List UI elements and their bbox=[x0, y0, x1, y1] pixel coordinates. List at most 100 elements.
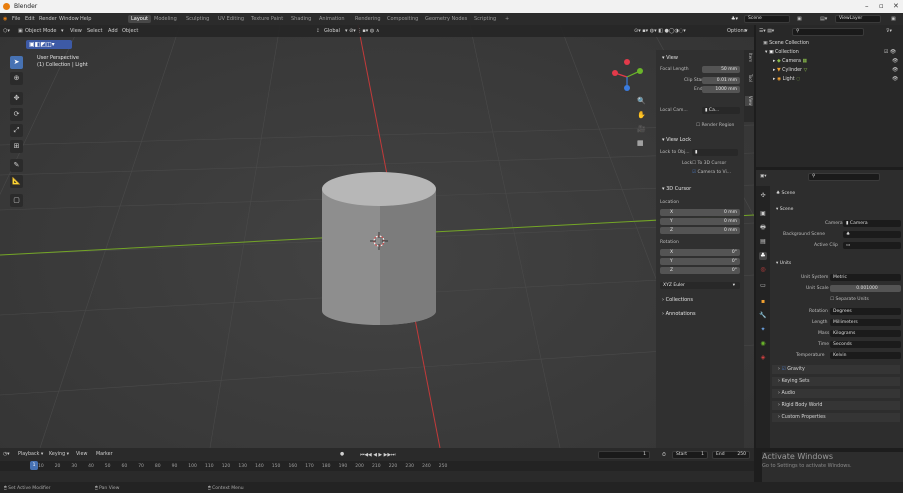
cursor-location-x-field[interactable]: X 0 mm bbox=[660, 209, 740, 216]
gravity-section-header[interactable]: › ☑ Gravity bbox=[772, 365, 900, 374]
outliner-item-camera[interactable]: ▸ ◆ Camera ▦ bbox=[773, 59, 807, 64]
physics-tab-icon[interactable]: ◉ bbox=[759, 340, 767, 348]
material-tab-icon[interactable]: ◈ bbox=[759, 354, 767, 362]
scene-section-header[interactable]: ▾ Scene bbox=[776, 207, 793, 212]
eye-icon[interactable]: 👁 bbox=[892, 59, 898, 64]
audio-section-header[interactable]: › Audio bbox=[772, 389, 900, 398]
scene-camera-field[interactable]: ▮ Camera bbox=[843, 220, 901, 227]
editor-type-icon[interactable]: ⬡▾ bbox=[3, 28, 10, 34]
menu-playback[interactable]: Playback ▾ bbox=[18, 452, 43, 457]
rotation-mode-select[interactable]: XYZ Euler ▾ bbox=[660, 282, 740, 289]
annotate-tool-icon[interactable]: ✎ bbox=[10, 159, 23, 172]
transform-tool-icon[interactable]: ⊞ bbox=[10, 140, 23, 153]
menu-marker[interactable]: Marker bbox=[96, 452, 113, 457]
blender-menu-icon[interactable]: ◉ bbox=[3, 16, 7, 22]
select-tool-icon[interactable]: ➤ bbox=[10, 56, 23, 69]
tab-texture-paint[interactable]: Texture Paint bbox=[248, 15, 286, 23]
length-units-select[interactable]: Millimeters bbox=[830, 319, 901, 326]
menu-keying[interactable]: Keying ▾ bbox=[49, 452, 69, 457]
view-lock-section-header[interactable]: ▾ View Lock bbox=[662, 137, 691, 143]
world-tab-icon[interactable]: ◎ bbox=[759, 266, 767, 274]
add-workspace-button[interactable]: + bbox=[502, 15, 512, 23]
keying-sets-section-header[interactable]: › Keying Sets bbox=[772, 377, 900, 386]
eye-icon[interactable]: 👁 bbox=[892, 68, 898, 73]
navigation-gizmo[interactable] bbox=[612, 59, 643, 91]
tab-sculpting[interactable]: Sculpting bbox=[183, 15, 212, 23]
measure-tool-icon[interactable]: 📐 bbox=[10, 175, 23, 188]
tab-rendering[interactable]: Rendering bbox=[352, 15, 384, 23]
menu-help[interactable]: Help bbox=[80, 16, 91, 22]
filter-icon[interactable]: ⊽▾ bbox=[886, 29, 892, 34]
menu-render[interactable]: Render bbox=[39, 16, 57, 22]
pan-hand-icon[interactable]: ✋ bbox=[637, 111, 646, 119]
cursor-location-y-field[interactable]: Y 0 mm bbox=[660, 218, 740, 225]
record-button-icon[interactable]: ● bbox=[340, 452, 344, 457]
units-section-header[interactable]: ▾ Units bbox=[776, 261, 791, 266]
scene-tab-icon[interactable]: ♣ bbox=[759, 252, 767, 260]
rigid-body-world-section-header[interactable]: › Rigid Body World bbox=[772, 401, 900, 410]
temperature-units-select[interactable]: Kelvin bbox=[830, 352, 901, 359]
render-region-checkbox[interactable]: ☐ Render Region bbox=[696, 123, 734, 128]
3d-viewport[interactable] bbox=[0, 25, 754, 448]
menu-window[interactable]: Window bbox=[59, 16, 79, 22]
minimize-icon[interactable]: – bbox=[865, 2, 869, 10]
timeline-editor-icon[interactable]: ◷▾ bbox=[3, 452, 10, 457]
to-3d-cursor-checkbox[interactable]: ☐ To 3D Cursor bbox=[692, 161, 726, 166]
output-tab-icon[interactable]: 🖶 bbox=[759, 224, 767, 232]
menu-edit[interactable]: Edit bbox=[25, 16, 35, 22]
rotation-units-select[interactable]: Degrees bbox=[830, 308, 901, 315]
eye-icon[interactable]: 👁 bbox=[892, 77, 898, 82]
orientation-selector[interactable]: Global bbox=[324, 28, 340, 34]
modifier-tab-icon[interactable]: 🔧 bbox=[759, 312, 767, 320]
menu-view[interactable]: View bbox=[76, 452, 87, 457]
collection-item[interactable]: ▾ ▣ Collection bbox=[765, 50, 799, 55]
separate-units-checkbox[interactable]: ☐ Separate Units bbox=[830, 297, 869, 302]
local-camera-field[interactable]: ▮ Ca... bbox=[702, 107, 740, 114]
annotations-section-header[interactable]: › Annotations bbox=[662, 311, 696, 317]
clip-end-field[interactable]: 1000 mm bbox=[702, 86, 740, 93]
background-scene-field[interactable]: ♣ bbox=[843, 231, 901, 238]
focal-length-field[interactable]: 50 mm bbox=[702, 66, 740, 73]
new-view-layer-icon[interactable]: ▣ bbox=[891, 16, 896, 22]
options-menu[interactable]: Options bbox=[727, 28, 746, 34]
object-tab-icon[interactable]: ▪ bbox=[759, 298, 767, 306]
tab-item[interactable]: Item bbox=[745, 53, 753, 62]
custom-properties-section-header[interactable]: › Custom Properties bbox=[772, 413, 900, 422]
selection-mode-icons[interactable]: ▣◧◩◫▾ bbox=[29, 41, 55, 48]
tab-shading[interactable]: Shading bbox=[288, 15, 314, 23]
properties-search-field[interactable]: ⚲ bbox=[808, 173, 880, 181]
tab-animation[interactable]: Animation bbox=[316, 15, 348, 23]
tab-layout[interactable]: Layout bbox=[128, 15, 151, 23]
cursor-location-z-field[interactable]: Z 0 mm bbox=[660, 227, 740, 234]
tab-compositing[interactable]: Compositing bbox=[384, 15, 421, 23]
scene-collection-item[interactable]: ▣ Scene Collection bbox=[763, 41, 809, 46]
playback-controls[interactable]: ⏮◀◀ ◀ ▶ ▶▶⏭ bbox=[360, 452, 395, 458]
current-frame-field[interactable]: 1 bbox=[598, 451, 650, 459]
maximize-icon[interactable]: ▫ bbox=[879, 2, 884, 10]
clip-start-field[interactable]: 0.01 mm bbox=[702, 77, 740, 84]
scene-selector[interactable]: Scene bbox=[744, 15, 790, 23]
tab-scripting[interactable]: Scripting bbox=[471, 15, 499, 23]
outliner-editor-icon[interactable]: ☰▾ ▤▾ bbox=[759, 29, 774, 34]
tab-uv-editing[interactable]: UV Editing bbox=[215, 15, 247, 23]
camera-to-view-checkbox[interactable]: ☑ Camera to Vi... bbox=[692, 170, 731, 175]
tool-tab-icon[interactable]: ✣ bbox=[759, 192, 767, 200]
playhead[interactable]: 1 bbox=[30, 461, 38, 470]
end-frame-field[interactable]: End 250 bbox=[712, 451, 750, 459]
scale-tool-icon[interactable]: ⤢ bbox=[10, 124, 23, 137]
active-clip-field[interactable]: ▭ bbox=[843, 242, 901, 249]
pivot-snap-icons[interactable]: ▾ ⊘▾ ⋮▪▾ ◍ ∧ bbox=[345, 28, 380, 34]
mode-selector[interactable]: Object Mode bbox=[25, 28, 57, 34]
start-frame-field[interactable]: Start 1 bbox=[672, 451, 708, 459]
render-tab-icon[interactable]: ▣ bbox=[759, 210, 767, 218]
move-tool-icon[interactable]: ✥ bbox=[10, 92, 23, 105]
lock-object-field[interactable]: ▮ bbox=[692, 149, 738, 156]
tab-modeling[interactable]: Modeling bbox=[151, 15, 180, 23]
collection-tab-icon[interactable]: ▭ bbox=[759, 282, 767, 290]
view-layer-selector[interactable]: ViewLayer bbox=[835, 15, 881, 23]
particles-tab-icon[interactable]: ✦ bbox=[759, 326, 767, 334]
menu-add[interactable]: Add bbox=[108, 28, 118, 34]
outliner-item-cylinder[interactable]: ▸ ▼ Cylinder ▽ bbox=[773, 68, 807, 73]
cursor-tool-icon[interactable]: ⊕ bbox=[10, 72, 23, 85]
add-cube-tool-icon[interactable]: ▢ bbox=[10, 194, 23, 207]
